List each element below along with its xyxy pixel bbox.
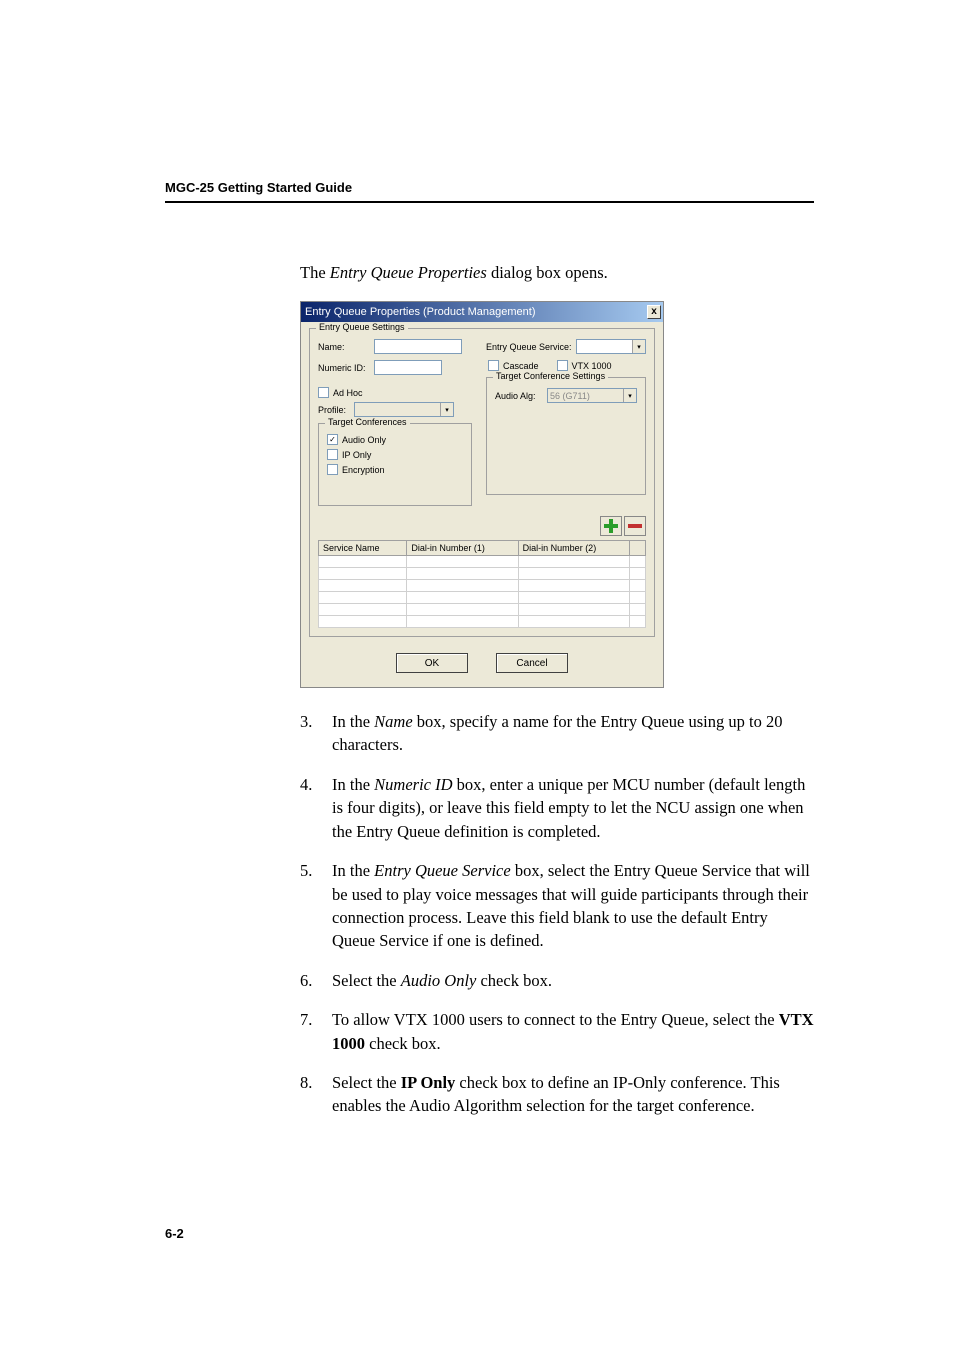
audio-alg-label: Audio Alg:	[495, 391, 543, 401]
step-item: 4.In the Numeric ID box, enter a unique …	[300, 773, 814, 843]
vtx-label: VTX 1000	[572, 361, 612, 371]
step-item: 8.Select the IP Only check box to define…	[300, 1071, 814, 1118]
step-text: To allow VTX 1000 users to connect to th…	[332, 1008, 814, 1055]
remove-button[interactable]	[624, 516, 646, 536]
table-row[interactable]	[319, 580, 646, 592]
eqservice-label: Entry Queue Service:	[486, 342, 572, 352]
cascade-label: Cascade	[503, 361, 539, 371]
step-text: Select the IP Only check box to define a…	[332, 1071, 814, 1118]
col-service-name[interactable]: Service Name	[319, 541, 407, 556]
step-text: In the Entry Queue Service box, select t…	[332, 859, 814, 953]
entry-queue-dialog: Entry Queue Properties (Product Manageme…	[300, 301, 664, 688]
name-label: Name:	[318, 342, 370, 352]
step-text: In the Name box, specify a name for the …	[332, 710, 814, 757]
dialog-title: Entry Queue Properties (Product Manageme…	[305, 306, 536, 318]
checkbox-icon	[557, 360, 568, 371]
cancel-button[interactable]: Cancel	[496, 653, 568, 673]
tcs-legend: Target Conference Settings	[493, 371, 608, 381]
profile-label: Profile:	[318, 405, 350, 415]
tc-legend: Target Conferences	[325, 417, 410, 427]
checkbox-icon	[327, 449, 338, 460]
step-number: 3.	[300, 710, 332, 757]
step-number: 6.	[300, 969, 332, 992]
checkbox-icon: ✓	[327, 434, 338, 445]
profile-dropdown: ▾	[354, 402, 454, 417]
step-item: 3.In the Name box, specify a name for th…	[300, 710, 814, 757]
checkbox-icon	[318, 387, 329, 398]
cascade-checkbox[interactable]: Cascade	[488, 360, 539, 371]
ok-button[interactable]: OK	[396, 653, 468, 673]
numeric-id-input[interactable]	[374, 360, 442, 375]
step-item: 6.Select the Audio Only check box.	[300, 969, 814, 992]
eqs-dropdown[interactable]: ▾	[576, 339, 646, 354]
chevron-down-icon: ▾	[440, 403, 453, 416]
col-dialin-1[interactable]: Dial-in Number (1)	[407, 541, 518, 556]
vtx1000-checkbox[interactable]: VTX 1000	[557, 360, 612, 371]
doc-header: MGC-25 Getting Started Guide	[165, 180, 814, 195]
step-text: Select the Audio Only check box.	[332, 969, 814, 992]
close-icon: x	[651, 307, 657, 317]
add-button[interactable]	[600, 516, 622, 536]
col-spacer	[630, 541, 646, 556]
step-text: In the Numeric ID box, enter a unique pe…	[332, 773, 814, 843]
intro-pre: The	[300, 263, 330, 282]
chevron-down-icon: ▾	[623, 389, 636, 402]
header-rule	[165, 201, 814, 203]
audio-only-checkbox[interactable]: ✓ Audio Only	[327, 434, 463, 445]
plus-icon	[604, 519, 618, 533]
numeric-id-label: Numeric ID:	[318, 363, 370, 373]
eqs-legend: Entry Queue Settings	[316, 322, 408, 332]
intro-text: The Entry Queue Properties dialog box op…	[300, 263, 814, 283]
adhoc-label: Ad Hoc	[333, 388, 363, 398]
intro-post: dialog box opens.	[487, 263, 608, 282]
col-dialin-2[interactable]: Dial-in Number (2)	[518, 541, 629, 556]
target-conf-settings-group: Target Conference Settings Audio Alg: 56…	[486, 377, 646, 495]
intro-em: Entry Queue Properties	[330, 263, 487, 282]
dialog-titlebar: Entry Queue Properties (Product Manageme…	[301, 302, 663, 322]
audio-only-label: Audio Only	[342, 435, 386, 445]
ip-only-label: IP Only	[342, 450, 371, 460]
page-number: 6-2	[165, 1226, 184, 1241]
encryption-checkbox[interactable]: Encryption	[327, 464, 463, 475]
checkbox-icon	[488, 360, 499, 371]
table-row[interactable]	[319, 556, 646, 568]
table-row[interactable]	[319, 616, 646, 628]
step-list: 3.In the Name box, specify a name for th…	[300, 710, 814, 1118]
name-input[interactable]	[374, 339, 462, 354]
target-conferences-group: Target Conferences ✓ Audio Only IP Only	[318, 423, 472, 506]
close-button[interactable]: x	[647, 305, 661, 319]
service-table: Service Name Dial-in Number (1) Dial-in …	[318, 540, 646, 628]
step-item: 5.In the Entry Queue Service box, select…	[300, 859, 814, 953]
audio-alg-dropdown: 56 (G711) ▾	[547, 388, 637, 403]
step-number: 8.	[300, 1071, 332, 1118]
adhoc-checkbox[interactable]: Ad Hoc	[318, 387, 472, 398]
table-row[interactable]	[319, 568, 646, 580]
audio-alg-value: 56 (G711)	[550, 391, 590, 401]
table-row[interactable]	[319, 604, 646, 616]
step-item: 7.To allow VTX 1000 users to connect to …	[300, 1008, 814, 1055]
step-number: 4.	[300, 773, 332, 843]
step-number: 7.	[300, 1008, 332, 1055]
checkbox-icon	[327, 464, 338, 475]
chevron-down-icon: ▾	[632, 340, 645, 353]
entry-queue-settings-group: Entry Queue Settings Name: Numeric ID:	[309, 328, 655, 637]
cancel-label: Cancel	[516, 658, 547, 669]
encryption-label: Encryption	[342, 465, 385, 475]
ip-only-checkbox[interactable]: IP Only	[327, 449, 463, 460]
ok-label: OK	[425, 658, 439, 669]
minus-icon	[628, 524, 642, 528]
table-row[interactable]	[319, 592, 646, 604]
step-number: 5.	[300, 859, 332, 953]
